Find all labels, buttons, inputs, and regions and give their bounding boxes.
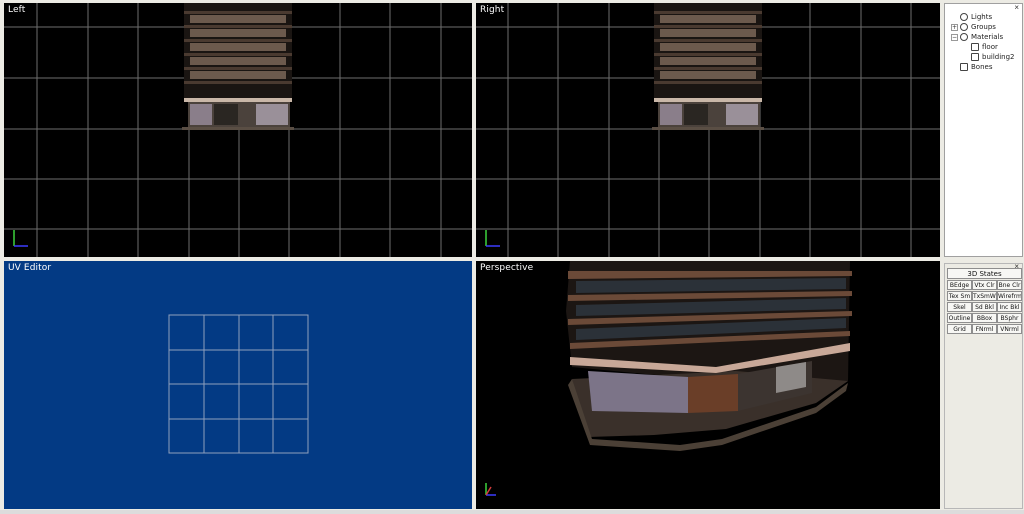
tree-item-bones[interactable]: Bones <box>951 62 1015 72</box>
bone-icon <box>960 63 968 71</box>
close-icon[interactable]: × <box>1014 3 1019 12</box>
state-button-vtx-clr[interactable]: Vtx Clr <box>972 280 997 290</box>
tree-item-groups[interactable]: + Groups <box>951 22 1015 32</box>
tree-item-floor[interactable]: floor <box>951 42 1015 52</box>
right-viewport-canvas <box>476 3 940 257</box>
building-3d-model <box>566 261 852 451</box>
state-button-inc-bkl[interactable]: Inc Bkl <box>997 302 1022 312</box>
tree-item-building2[interactable]: building2 <box>951 52 1015 62</box>
perspective-canvas <box>485 261 852 496</box>
light-icon <box>960 13 968 21</box>
building-front-view <box>182 3 294 130</box>
uv-grid <box>168 314 309 454</box>
tree-item-materials[interactable]: − Materials <box>951 32 1015 42</box>
status-strip <box>0 510 1024 514</box>
state-button-bsphr[interactable]: BSphr <box>997 313 1022 323</box>
perspective-viewport[interactable]: Perspective <box>476 261 940 509</box>
uv-editor-viewport[interactable]: UV Editor <box>4 261 472 509</box>
state-button-vnrml[interactable]: VNrml <box>997 324 1022 334</box>
modeler-window: Left Right UV Editor Perspective × Light… <box>0 0 1024 514</box>
axis-gizmo <box>485 483 496 496</box>
state-button-txsmwr[interactable]: TxSmWr <box>972 291 997 301</box>
texture-icon <box>971 53 979 61</box>
building-side-view <box>652 3 764 130</box>
viewport-title: Perspective <box>480 263 534 273</box>
group-icon <box>960 23 968 31</box>
state-button-bne-clr[interactable]: Bne Clr <box>997 280 1022 290</box>
state-button-fnrml[interactable]: FNrml <box>972 324 997 334</box>
state-button-skel[interactable]: Skel <box>947 302 972 312</box>
tree-item-lights[interactable]: Lights <box>951 12 1015 22</box>
texture-icon <box>971 43 979 51</box>
state-button-wireframe[interactable]: Wirefrme <box>997 291 1022 301</box>
collapse-icon[interactable]: − <box>951 33 958 41</box>
state-button-outline[interactable]: Outline <box>947 313 972 323</box>
expand-icon[interactable]: + <box>951 23 958 31</box>
state-button-bbox[interactable]: BBox <box>972 313 997 323</box>
right-viewport[interactable]: Right <box>476 3 940 257</box>
left-viewport-canvas <box>4 3 472 257</box>
state-button-bedge[interactable]: BEdge <box>947 280 972 290</box>
viewport-title: UV Editor <box>8 263 52 273</box>
3d-states-panel: × 3D States BEdge Vtx Clr Bne Clr Tex Sm… <box>944 262 1023 509</box>
scene-tree: Lights + Groups − Materials floor building… <box>951 12 1015 72</box>
axis-gizmo <box>13 230 28 247</box>
viewport-title: Right <box>480 5 505 15</box>
state-button-sd-bkl[interactable]: Sd Bkl <box>972 302 997 312</box>
state-button-grid[interactable]: Grid <box>947 324 972 334</box>
scene-tree-panel: × Lights + Groups − Materials floor buildi… <box>944 3 1023 257</box>
viewport-title: Left <box>8 5 26 15</box>
state-button-tex-sm[interactable]: Tex Sm <box>947 291 972 301</box>
3d-states-button[interactable]: 3D States <box>947 268 1022 279</box>
left-viewport[interactable]: Left <box>4 3 472 257</box>
material-icon <box>960 33 968 41</box>
axis-gizmo <box>485 230 500 247</box>
